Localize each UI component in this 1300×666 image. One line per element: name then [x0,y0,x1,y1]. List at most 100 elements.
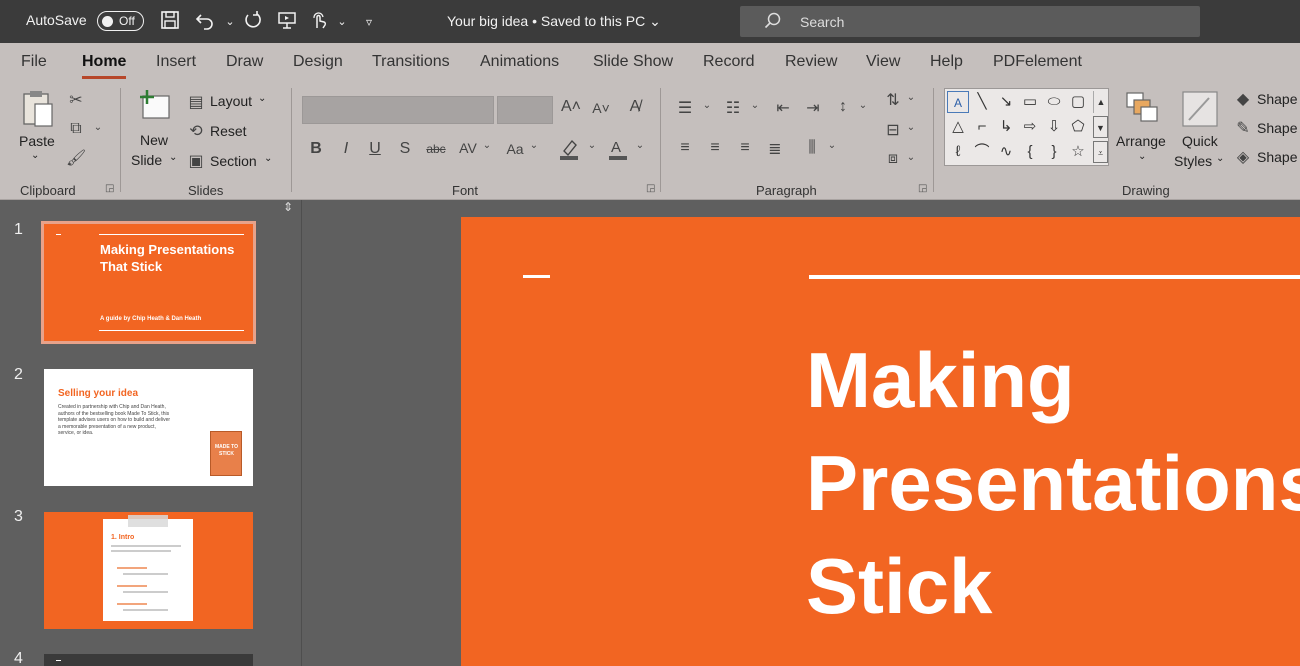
tab-help[interactable]: Help [930,53,963,71]
character-spacing-button[interactable]: AV [455,140,481,156]
undo-icon[interactable] [193,10,217,34]
chevron-down-icon[interactable]: ⌄ [586,140,598,151]
tab-draw[interactable]: Draw [226,53,263,71]
slide-title[interactable]: Making Presentations Stick [806,329,1300,638]
elbow-connector-shape-icon[interactable]: ⌐ [971,116,993,138]
snip-rectangle-shape-icon[interactable]: ⬠ [1067,116,1089,138]
customize-toolbar-icon[interactable]: ▿ [357,10,381,34]
decrease-font-icon[interactable]: A˅ [590,100,612,116]
tab-file[interactable]: File [21,53,47,71]
chevron-down-icon[interactable]: ⌄ [701,100,713,111]
chevron-down-icon[interactable]: ⌄ [528,140,540,151]
font-size-select[interactable] [497,96,553,124]
highlight-icon[interactable] [557,137,581,166]
pane-scroll-marker-icon[interactable]: ⇕ [279,200,297,220]
autosave-toggle[interactable]: Off [97,11,144,31]
tab-design[interactable]: Design [293,53,343,71]
tab-view[interactable]: View [866,53,900,71]
gallery-more-icon[interactable]: ⩡ [1093,141,1108,163]
font-family-select[interactable] [302,96,494,124]
present-icon[interactable] [275,10,299,34]
search-input[interactable]: Search [740,6,1200,37]
clear-formatting-icon[interactable]: A̸ [624,98,646,116]
redo-icon[interactable] [240,10,264,34]
arrow-line-shape-icon[interactable]: ↘ [995,91,1017,113]
gallery-scroll-down-icon[interactable]: ▼ [1093,116,1108,138]
format-painter-icon[interactable]: 🖌 [66,148,86,168]
smartart-icon[interactable]: ⧈ [882,150,904,168]
align-left-icon[interactable]: ≡ [674,139,696,157]
tab-transitions[interactable]: Transitions [372,53,450,71]
numbering-icon[interactable]: ☷ [722,98,744,118]
align-text-icon[interactable]: ⊟ [882,120,904,140]
cut-icon[interactable]: ✂ [66,90,86,110]
bold-button[interactable]: B [307,140,325,158]
triangle-shape-icon[interactable]: △ [947,116,969,138]
align-right-icon[interactable]: ≡ [734,139,756,157]
right-brace-shape-icon[interactable]: } [1043,141,1065,163]
increase-font-icon[interactable]: A˄ [560,98,582,116]
paragraph-launcher-icon[interactable]: ◲ [918,183,927,194]
arc-shape-icon[interactable]: ⌒ [971,141,993,163]
curve-shape-icon[interactable]: ∿ [995,141,1017,163]
slide-title-line-3: Stick [806,542,993,630]
save-icon[interactable] [158,10,182,34]
slide-thumbnail-3[interactable]: 1. Intro [44,512,253,629]
shapes-gallery[interactable]: A ╲ ↘ ▭ ⬭ ▢ △ ⌐ ↳ ⇨ ⇩ ⬠ ℓ ⌒ ∿ { } ☆ ▲ ▼ … [944,88,1109,166]
thumb-subtitle: A guide by Chip Heath & Dan Heath [100,316,202,322]
underline-button[interactable]: U [366,140,384,158]
increase-indent-icon[interactable]: ⇥ [802,98,824,118]
tab-slide-show[interactable]: Slide Show [593,53,673,71]
decrease-indent-icon[interactable]: ⇤ [772,98,794,118]
star-shape-icon[interactable]: ☆ [1067,141,1089,163]
tab-insert[interactable]: Insert [156,53,196,71]
font-color-icon[interactable]: A [606,137,630,166]
slide-thumbnail-2[interactable]: Selling your idea Created in partnership… [44,369,253,486]
rectangle-shape-icon[interactable]: ▭ [1019,91,1041,113]
strikethrough-button[interactable]: abc [424,142,448,156]
align-center-icon[interactable]: ≡ [704,139,726,157]
chevron-down-icon[interactable]: ⌄ [857,100,869,111]
change-case-button[interactable]: Aa [503,141,527,157]
shadow-button[interactable]: S [396,140,414,158]
oval-shape-icon[interactable]: ⬭ [1043,91,1065,113]
columns-icon[interactable]: ⫼ [800,139,824,157]
rounded-rectangle-shape-icon[interactable]: ▢ [1067,91,1089,113]
gallery-scroll-up-icon[interactable]: ▲ [1093,91,1108,113]
line-shape-icon[interactable]: ╲ [971,91,993,113]
down-arrow-shape-icon[interactable]: ⇩ [1043,116,1065,138]
tab-record[interactable]: Record [703,53,755,71]
text-direction-icon[interactable]: ⇅ [882,90,904,110]
touch-mode-icon[interactable] [307,10,331,34]
tab-review[interactable]: Review [785,53,837,71]
chevron-down-icon[interactable]: ⌄ [749,100,761,111]
slide-thumbnail-4[interactable] [44,654,253,666]
right-arrow-shape-icon[interactable]: ⇨ [1019,116,1041,138]
chevron-down-icon[interactable]: ⌄ [634,140,646,151]
tab-home[interactable]: Home [82,53,127,79]
freeform-shape-icon[interactable]: ℓ [947,141,969,163]
slide-canvas[interactable]: Making Presentations Stick [461,217,1300,666]
chevron-down-icon[interactable]: ⌄ [905,122,917,133]
slide-thumbnail-1[interactable]: Making Presentations That Stick A guide … [41,221,256,344]
undo-dropdown-icon[interactable]: ⌄ [218,10,242,34]
italic-button[interactable]: I [337,140,355,158]
chevron-down-icon[interactable]: ⌄ [905,152,917,163]
justify-icon[interactable]: ≣ [764,139,786,159]
text-box-shape-icon[interactable]: A [947,91,969,113]
chevron-down-icon[interactable]: ⌄ [481,140,493,151]
line-spacing-icon[interactable]: ↕ [832,98,854,116]
bullets-icon[interactable]: ☰ [674,98,696,118]
document-title[interactable]: Your big idea • Saved to this PC ⌄ [447,13,661,30]
elbow-arrow-shape-icon[interactable]: ↳ [995,116,1017,138]
chevron-down-icon[interactable]: ⌄ [905,92,917,103]
clipboard-launcher-icon[interactable]: ◲ [105,183,114,194]
tab-pdfelement[interactable]: PDFelement [993,53,1082,71]
copy-icon[interactable]: ⧉ [66,120,86,138]
font-launcher-icon[interactable]: ◲ [646,183,655,194]
touch-dropdown-icon[interactable]: ⌄ [330,10,354,34]
tab-animations[interactable]: Animations [480,53,559,71]
chevron-down-icon[interactable]: ⌄ [826,140,838,151]
copy-dropdown-icon[interactable]: ⌄ [92,122,104,133]
left-brace-shape-icon[interactable]: { [1019,141,1041,163]
